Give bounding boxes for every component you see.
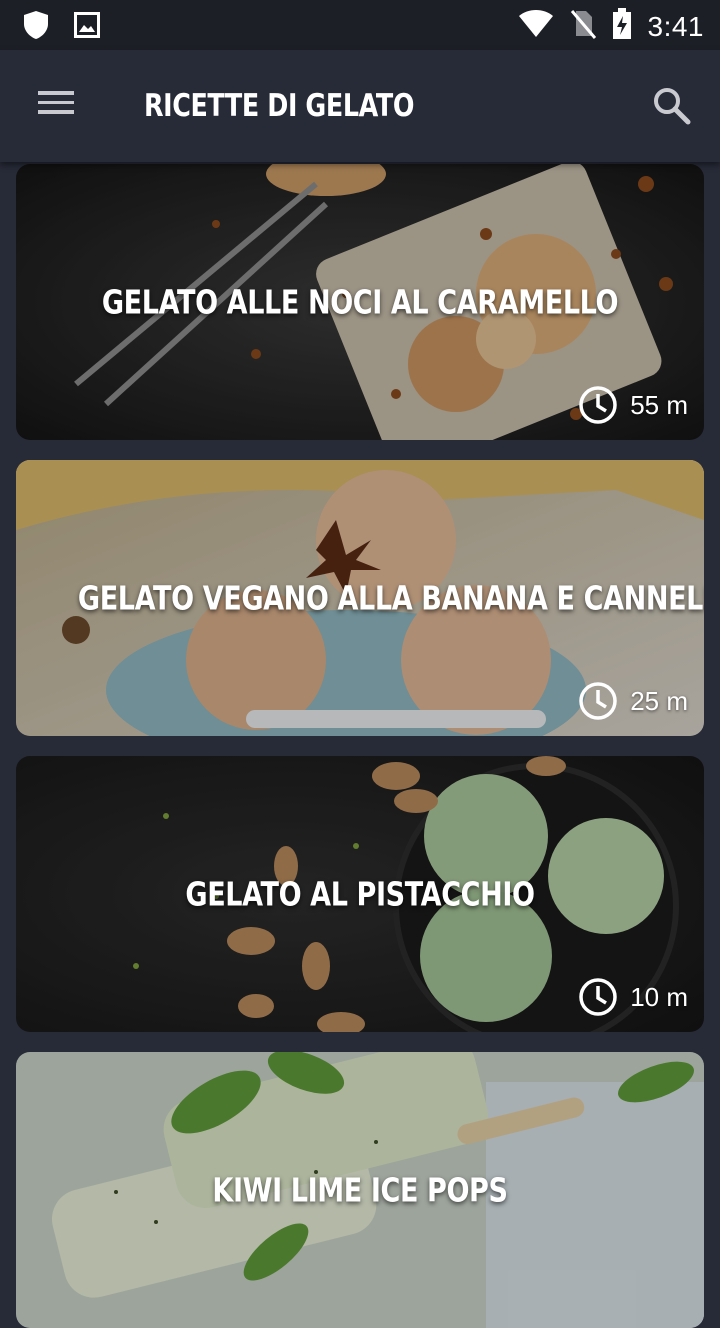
hamburger-menu-icon [38,91,74,95]
prep-time: 55 m [578,384,688,426]
prep-time-text: 25 m [630,686,688,716]
search-button[interactable] [652,86,692,126]
page-title: RICETTE DI GELATO [144,88,415,124]
search-icon [654,88,691,125]
clock-icon [579,682,617,720]
recipe-card[interactable]: KIWI LIME ICE POPS [16,1052,704,1328]
recipe-title: GELATO ALLE NOCI AL CARAMELLO [101,282,619,322]
prep-time: 25 m [578,680,688,722]
prep-time-text: 10 m [630,982,688,1012]
prep-time: 10 m [578,976,688,1018]
recipe-title: GELATO VEGANO ALLA BANANA E CANNELLA [77,578,704,618]
recipe-title: KIWI LIME ICE POPS [212,1170,508,1210]
recipe-title: GELATO AL PISTACCHIO [185,874,535,914]
clock-icon [579,386,617,424]
recipe-card[interactable]: GELATO ALLE NOCI AL CARAMELLO 55 m [16,164,704,440]
recipe-card[interactable]: GELATO VEGANO ALLA BANANA E CANNELLA 25 … [16,460,704,736]
recipe-card[interactable]: GELATO AL PISTACCHIO 10 m [16,756,704,1032]
prep-time-text: 55 m [630,390,688,420]
menu-button[interactable] [30,86,82,126]
recipe-list[interactable]: GELATO ALLE NOCI AL CARAMELLO 55 m GELAT… [0,0,720,1328]
app-bar: RICETTE DI GELATO [0,50,720,162]
clock-icon [579,978,617,1016]
